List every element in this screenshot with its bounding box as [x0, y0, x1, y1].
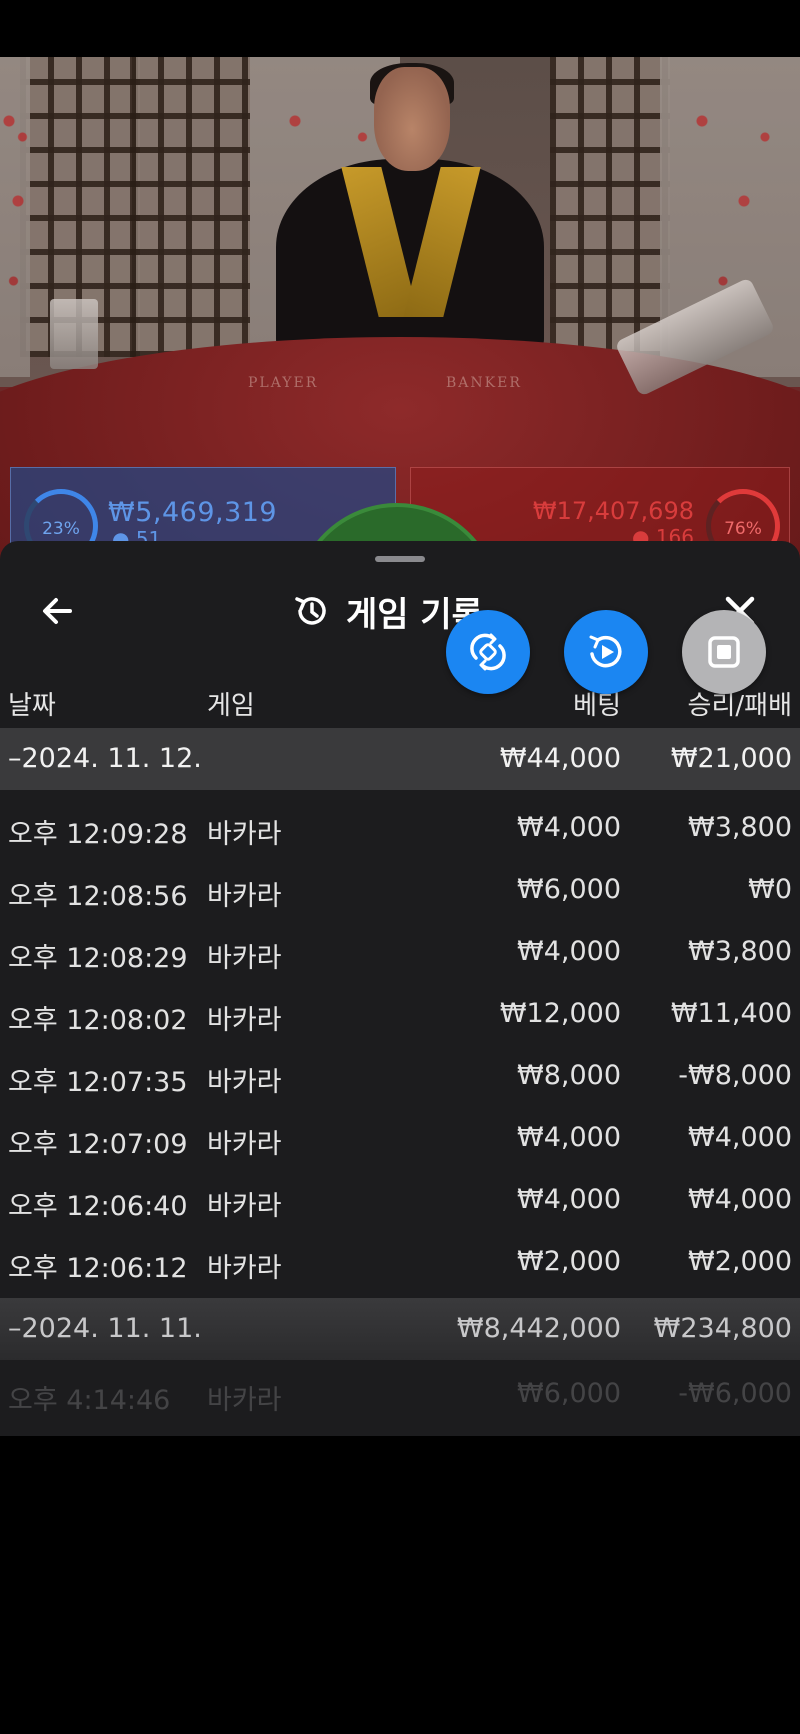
card-stack	[50, 299, 98, 369]
table-row[interactable]: 오후 12:08:56 바카라 ₩6,000 ₩0	[0, 859, 800, 921]
stop-button[interactable]	[682, 610, 766, 694]
arrow-left-icon[interactable]	[36, 589, 80, 633]
history-icon	[295, 597, 326, 625]
blossom-panel-left-edge	[0, 57, 30, 377]
table-row[interactable]: 오후 12:09:28 바카라 ₩4,000 ₩3,800	[0, 797, 800, 859]
table-row[interactable]: 오후 12:06:40 바카라 ₩4,000 ₩4,000	[0, 1169, 800, 1231]
rotate-screen-icon	[470, 633, 506, 671]
replay-play-icon	[589, 635, 622, 668]
date-group-header[interactable]: –2024. 11. 12. ₩44,000 ₩21,000	[0, 728, 800, 790]
table-row[interactable]: 오후 12:07:35 바카라 ₩8,000 -₩8,000	[0, 1045, 800, 1107]
table-label-banker: BANKER	[446, 375, 522, 391]
table-row[interactable]: 오후 4:14:46 바카라 ₩6,000 -₩6,000	[0, 1363, 800, 1425]
lattice-screen-left-2	[130, 57, 250, 357]
table-row[interactable]: 오후 12:08:29 바카라 ₩4,000 ₩3,800	[0, 921, 800, 983]
table-label-player: PLAYER	[248, 375, 319, 391]
table-row[interactable]: 오후 12:06:12 바카라 ₩2,000 ₩2,000	[0, 1231, 800, 1293]
table-row[interactable]: 오후 12:07:09 바카라 ₩4,000 ₩4,000	[0, 1107, 800, 1169]
column-game[interactable]: 게임	[207, 685, 255, 722]
table-row[interactable]: 오후 12:08:02 바카라 ₩12,000 ₩11,400	[0, 983, 800, 1045]
dealer	[272, 63, 548, 367]
sheet-header: 게임 기록	[0, 577, 800, 645]
date-group-header[interactable]: –2024. 11. 11. ₩8,442,000 ₩234,800	[0, 1298, 800, 1360]
lattice-screen-right	[550, 57, 670, 357]
drag-handle[interactable]	[375, 556, 425, 562]
banker-total-amount: ₩17,407,698	[532, 497, 694, 525]
player-total-amount: ₩5,469,319	[108, 497, 278, 528]
column-date[interactable]: 날짜	[8, 685, 56, 722]
column-headers: 날짜 게임 베팅 승리/패배	[0, 675, 800, 725]
stop-icon	[708, 636, 740, 668]
rotate-screen-button[interactable]	[446, 610, 530, 694]
live-video: PLAYER BANKER 23% ₩5,469,319 ● 51 ₩17,40…	[0, 57, 800, 617]
replay-button[interactable]	[564, 610, 648, 694]
game-history-sheet: 게임 기록 날짜 게임 베팅 승리/패배 –2024. 11. 12. ₩44,…	[0, 541, 800, 1436]
